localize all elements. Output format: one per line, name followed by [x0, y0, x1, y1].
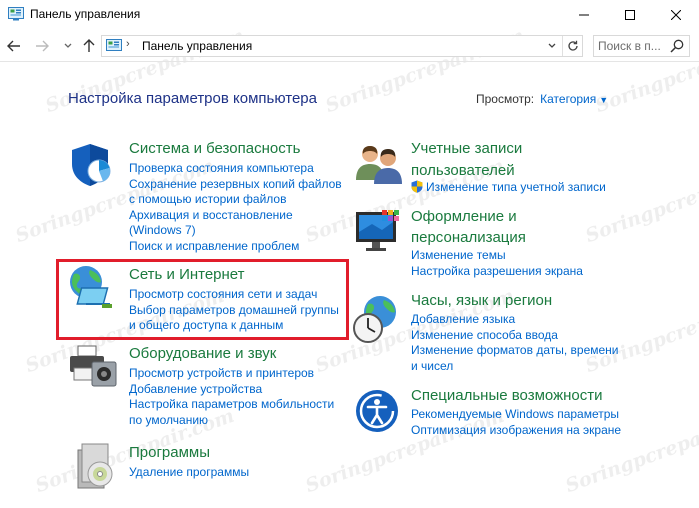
- clock-globe-icon: [353, 296, 396, 343]
- search-input[interactable]: [598, 38, 666, 54]
- uac-shield-icon: [411, 180, 423, 193]
- refresh-icon: [567, 40, 578, 51]
- link-uninstall-program[interactable]: Удаление программы: [129, 465, 249, 481]
- category-title-ease-of-access[interactable]: Специальные возможности: [411, 385, 603, 407]
- up-arrow-icon: [83, 39, 95, 52]
- close-icon: [671, 10, 681, 20]
- programs-disc-icon: [77, 443, 113, 489]
- navigation-bar: › Панель управления: [0, 30, 699, 62]
- forward-arrow-icon: [36, 40, 49, 52]
- category-title-system-security[interactable]: Система и безопасность: [129, 138, 300, 160]
- monitor-palette-icon: [356, 210, 399, 251]
- users-icon: [356, 146, 402, 184]
- breadcrumb-item[interactable]: Панель управления: [142, 39, 252, 53]
- chevron-down-icon: [64, 43, 72, 48]
- category-title-appearance-cont[interactable]: персонализация: [411, 227, 526, 249]
- forward-button[interactable]: [33, 36, 51, 56]
- control-panel-icon: [8, 7, 24, 21]
- address-bar[interactable]: › Панель управления: [101, 35, 583, 57]
- link-add-language[interactable]: Добавление языка: [411, 312, 619, 328]
- link-recommended-settings[interactable]: Рекомендуемые Windows параметры: [411, 407, 621, 423]
- link-devices-printers[interactable]: Просмотр устройств и принтеров: [129, 366, 334, 382]
- category-title-hardware-sound[interactable]: Оборудование и звук: [129, 343, 276, 365]
- recent-locations-button[interactable]: [59, 36, 77, 56]
- close-button[interactable]: [653, 0, 699, 30]
- address-history-button[interactable]: [542, 36, 562, 56]
- minimize-icon: [579, 14, 589, 16]
- watermark: Soringpcrepair.com: [582, 154, 699, 248]
- control-panel-icon: [106, 39, 122, 51]
- link-mobility-settings-cont[interactable]: по умолчанию: [129, 413, 334, 429]
- category-title-clock-region[interactable]: Часы, язык и регион: [411, 290, 552, 312]
- printer-speaker-icon: [70, 345, 117, 387]
- link-change-account-type-label: Изменение типа учетной записи: [426, 180, 606, 194]
- link-troubleshoot[interactable]: Поиск и исправление проблем: [129, 239, 342, 255]
- view-mode-selector[interactable]: Просмотр: Категория ▼: [476, 92, 608, 106]
- chevron-down-icon: [548, 43, 556, 48]
- back-arrow-icon: [7, 40, 20, 52]
- link-file-history-backup[interactable]: Сохранение резервных копий файлов: [129, 177, 342, 193]
- category-title-user-accounts[interactable]: Учетные записи: [411, 138, 522, 160]
- back-button[interactable]: [5, 36, 23, 56]
- link-change-account-type[interactable]: Изменение типа учетной записи: [411, 180, 606, 196]
- search-icon[interactable]: [669, 38, 685, 54]
- link-optimize-display[interactable]: Оптимизация изображения на экране: [411, 423, 621, 439]
- link-date-time-formats[interactable]: Изменение форматов даты, времени: [411, 343, 619, 359]
- breadcrumb-separator: ›: [126, 38, 130, 50]
- title-bar: Панель управления: [0, 0, 699, 30]
- link-backup-restore-cont[interactable]: (Windows 7): [129, 223, 342, 239]
- link-check-computer-status[interactable]: Проверка состояния компьютера: [129, 161, 342, 177]
- link-file-history-backup-cont[interactable]: с помощью истории файлов: [129, 192, 342, 208]
- up-button[interactable]: [80, 36, 98, 56]
- category-title-programs[interactable]: Программы: [129, 442, 210, 464]
- page-title: Настройка параметров компьютера: [68, 90, 317, 107]
- link-change-theme[interactable]: Изменение темы: [411, 248, 583, 264]
- view-mode-label: Просмотр:: [476, 92, 535, 106]
- link-mobility-settings[interactable]: Настройка параметров мобильности: [129, 397, 334, 413]
- link-add-device[interactable]: Добавление устройства: [129, 382, 334, 398]
- link-backup-restore[interactable]: Архивация и восстановление: [129, 208, 342, 224]
- link-date-time-formats-cont[interactable]: и чисел: [411, 359, 619, 375]
- category-title-user-accounts-cont[interactable]: пользователей: [411, 160, 515, 182]
- highlight-box: [56, 259, 349, 340]
- refresh-button[interactable]: [562, 36, 582, 56]
- accessibility-icon: [356, 390, 398, 432]
- link-change-input-method[interactable]: Изменение способа ввода: [411, 328, 619, 344]
- category-title-appearance[interactable]: Оформление и: [411, 206, 517, 228]
- view-mode-value[interactable]: Категория: [540, 92, 596, 106]
- window-title: Панель управления: [30, 7, 141, 21]
- minimize-button[interactable]: [561, 0, 607, 30]
- maximize-icon: [625, 10, 635, 20]
- link-screen-resolution[interactable]: Настройка разрешения экрана: [411, 264, 583, 280]
- caret-down-icon[interactable]: ▼: [599, 95, 608, 105]
- search-box[interactable]: [593, 35, 690, 57]
- shield-chart-icon: [72, 144, 111, 186]
- maximize-button[interactable]: [607, 0, 653, 30]
